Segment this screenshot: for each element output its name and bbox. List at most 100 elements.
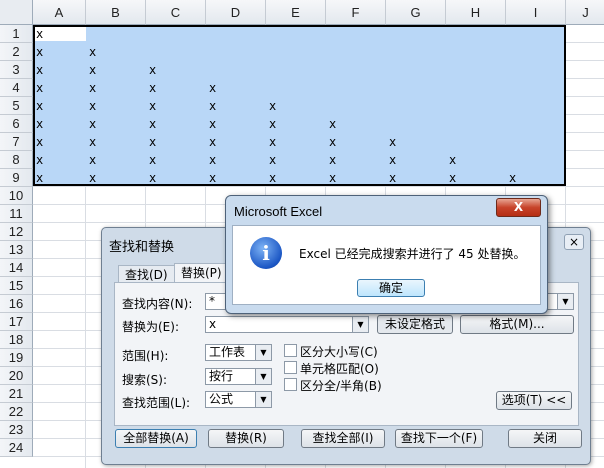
chevron-down-icon[interactable]: ▼ [255,392,271,407]
column-header-g[interactable]: G [386,0,446,25]
replace-button[interactable]: 替换(R) [208,429,284,448]
row-header-21[interactable]: 21 [0,385,33,403]
chevron-down-icon[interactable]: ▼ [352,317,368,332]
find-next-button[interactable]: 查找下一个(F) [395,429,483,448]
format-button[interactable]: 格式(M)... [460,315,574,334]
row-header-12[interactable]: 12 [0,223,33,241]
match-byte-checkbox[interactable] [284,378,297,391]
cell-a5[interactable]: x [36,100,43,112]
row-header-16[interactable]: 16 [0,295,33,313]
cell-c3[interactable]: x [149,64,156,76]
cell-c5[interactable]: x [149,100,156,112]
close-icon[interactable]: × [564,234,584,250]
cell-b3[interactable]: x [89,64,96,76]
cell-a8[interactable]: x [36,154,43,166]
row-header-18[interactable]: 18 [0,331,33,349]
cell-b2[interactable]: x [89,46,96,58]
column-header-j[interactable]: J [566,0,604,25]
cell-c9[interactable]: x [149,172,156,184]
match-entire-checkbox[interactable] [284,361,297,374]
search-select[interactable]: 按行 ▼ [205,368,272,385]
cell-f9[interactable]: x [329,172,336,184]
cell-d8[interactable]: x [209,154,216,166]
selected-range[interactable] [33,25,566,186]
cell-c8[interactable]: x [149,154,156,166]
cell-g7[interactable]: x [389,136,396,148]
cell-a4[interactable]: x [36,82,43,94]
cell-a9[interactable]: x [36,172,43,184]
column-header-h[interactable]: H [446,0,506,25]
cell-d4[interactable]: x [209,82,216,94]
cell-f6[interactable]: x [329,118,336,130]
column-header-c[interactable]: C [146,0,206,25]
chevron-down-icon[interactable]: ▼ [557,294,573,309]
cell-c4[interactable]: x [149,82,156,94]
cell-c6[interactable]: x [149,118,156,130]
column-header-a[interactable]: A [33,0,86,25]
row-header-15[interactable]: 15 [0,277,33,295]
chevron-down-icon[interactable]: ▼ [255,345,271,360]
cell-e6[interactable]: x [269,118,276,130]
close-icon[interactable]: X [496,198,541,217]
row-header-13[interactable]: 13 [0,241,33,259]
cell-f8[interactable]: x [329,154,336,166]
row-header-7[interactable]: 7 [0,133,33,151]
cell-a1[interactable]: x [36,28,43,40]
column-header-i[interactable]: I [506,0,566,25]
column-header-d[interactable]: D [206,0,266,25]
ok-button[interactable]: 确定 [357,279,425,297]
cell-d9[interactable]: x [209,172,216,184]
row-header-5[interactable]: 5 [0,97,33,115]
column-header-f[interactable]: F [326,0,386,25]
row-header-9[interactable]: 9 [0,169,33,187]
find-all-button[interactable]: 查找全部(I) [301,429,385,448]
cell-f7[interactable]: x [329,136,336,148]
cell-i9[interactable]: x [509,172,516,184]
within-select[interactable]: 工作表 ▼ [205,344,272,361]
row-header-23[interactable]: 23 [0,421,33,439]
cell-e8[interactable]: x [269,154,276,166]
cell-b4[interactable]: x [89,82,96,94]
replace-all-button[interactable]: 全部替换(A) [115,429,197,448]
cell-b5[interactable]: x [89,100,96,112]
cell-g9[interactable]: x [389,172,396,184]
cell-e9[interactable]: x [269,172,276,184]
row-header-24[interactable]: 24 [0,439,33,457]
cell-d7[interactable]: x [209,136,216,148]
cell-a2[interactable]: x [36,46,43,58]
cell-h8[interactable]: x [449,154,456,166]
cell-a7[interactable]: x [36,136,43,148]
cell-b8[interactable]: x [89,154,96,166]
cell-b9[interactable]: x [89,172,96,184]
row-header-2[interactable]: 2 [0,43,33,61]
cell-c7[interactable]: x [149,136,156,148]
row-header-4[interactable]: 4 [0,79,33,97]
options-button[interactable]: 选项(T) << [496,391,572,410]
select-all-corner[interactable] [0,0,33,25]
cell-e5[interactable]: x [269,100,276,112]
cell-e7[interactable]: x [269,136,276,148]
row-header-20[interactable]: 20 [0,367,33,385]
row-header-19[interactable]: 19 [0,349,33,367]
chevron-down-icon[interactable]: ▼ [255,369,271,384]
row-header-14[interactable]: 14 [0,259,33,277]
column-header-e[interactable]: E [266,0,326,25]
cell-d5[interactable]: x [209,100,216,112]
cell-d6[interactable]: x [209,118,216,130]
row-header-6[interactable]: 6 [0,115,33,133]
cell-g8[interactable]: x [389,154,396,166]
row-header-10[interactable]: 10 [0,187,33,205]
cell-a6[interactable]: x [36,118,43,130]
cell-a3[interactable]: x [36,64,43,76]
cell-h9[interactable]: x [449,172,456,184]
row-header-1[interactable]: 1 [0,25,33,43]
row-header-8[interactable]: 8 [0,151,33,169]
match-case-checkbox[interactable] [284,344,297,357]
row-header-3[interactable]: 3 [0,61,33,79]
row-header-17[interactable]: 17 [0,313,33,331]
replace-with-input[interactable]: x ▼ [205,316,369,333]
look-in-select[interactable]: 公式 ▼ [205,391,272,408]
column-header-b[interactable]: B [86,0,146,25]
row-header-11[interactable]: 11 [0,205,33,223]
close-button[interactable]: 关闭 [508,429,582,448]
